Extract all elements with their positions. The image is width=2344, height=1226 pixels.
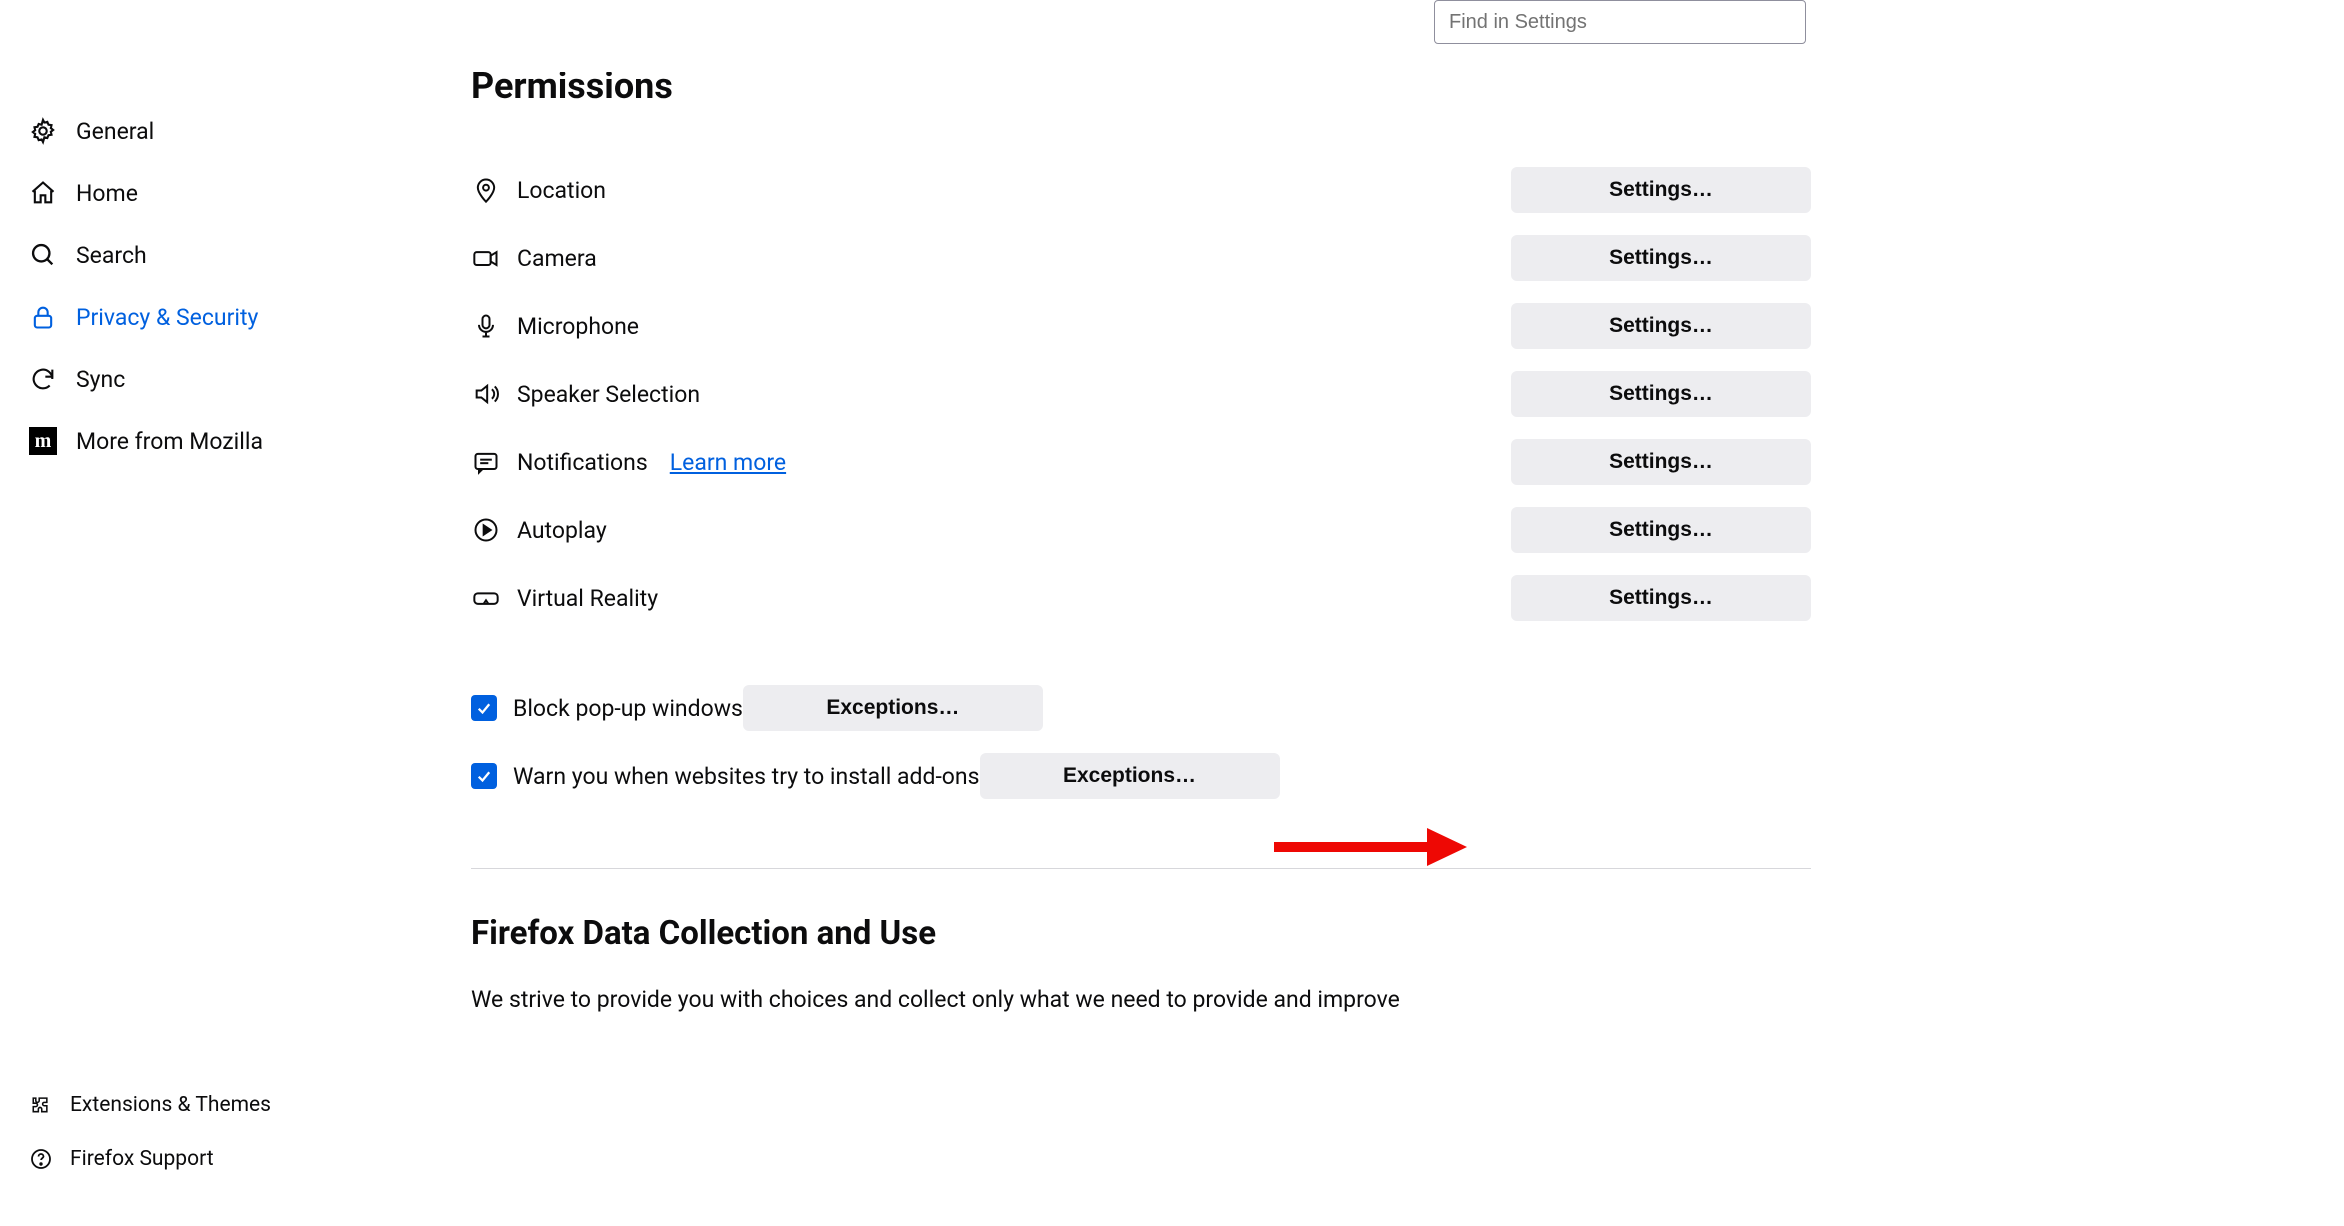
gear-icon: [28, 116, 58, 146]
permission-label: Microphone: [517, 313, 639, 340]
checkbox-label: Warn you when websites try to install ad…: [513, 763, 980, 790]
camera-icon: [471, 243, 501, 273]
autoplay-icon: [471, 515, 501, 545]
microphone-settings-button[interactable]: Settings…: [1511, 303, 1811, 349]
warn-addons-exceptions-button[interactable]: Exceptions…: [980, 753, 1280, 799]
autoplay-settings-button[interactable]: Settings…: [1511, 507, 1811, 553]
search-container: [1434, 0, 1806, 44]
sidebar-item-label: More from Mozilla: [76, 428, 263, 455]
microphone-icon: [471, 311, 501, 341]
block-popups-checkbox[interactable]: [471, 695, 497, 721]
permissions-heading: Permissions: [471, 72, 1811, 118]
permission-label: Camera: [517, 245, 597, 272]
lock-icon: [28, 302, 58, 332]
vr-icon: [471, 583, 501, 613]
permission-label: Location: [517, 177, 606, 204]
camera-settings-button[interactable]: Settings…: [1511, 235, 1811, 281]
help-icon: [28, 1146, 54, 1172]
sidebar-bottom-label: Extensions & Themes: [70, 1093, 271, 1117]
home-icon: [28, 178, 58, 208]
sidebar-item-privacy-security[interactable]: Privacy & Security: [24, 286, 424, 348]
permission-row-autoplay: Autoplay Settings…: [471, 496, 1811, 564]
sidebar-item-home[interactable]: Home: [24, 162, 424, 224]
notification-icon: [471, 447, 501, 477]
permission-label: Autoplay: [517, 517, 607, 544]
permission-label: Virtual Reality: [517, 585, 658, 612]
checkbox-block: Block pop-up windows Exceptions… Warn yo…: [471, 674, 1811, 810]
block-popups-exceptions-button[interactable]: Exceptions…: [743, 685, 1043, 731]
permission-row-notifications: Notifications Learn more Settings…: [471, 428, 1811, 496]
speaker-settings-button[interactable]: Settings…: [1511, 371, 1811, 417]
sidebar-item-label: Privacy & Security: [76, 304, 258, 331]
permission-label: Notifications: [517, 449, 648, 476]
location-icon: [471, 175, 501, 205]
checkbox-row-warn-addons: Warn you when websites try to install ad…: [471, 742, 1811, 810]
permission-row-microphone: Microphone Settings…: [471, 292, 1811, 360]
data-collection-body: We strive to provide you with choices an…: [471, 983, 1811, 1018]
permission-row-location: Location Settings…: [471, 156, 1811, 224]
permission-row-vr: Virtual Reality Settings…: [471, 564, 1811, 632]
sidebar-item-general[interactable]: General: [24, 100, 424, 162]
main-content: Permissions Location Settings… Camera Se…: [471, 80, 1811, 1018]
sidebar-item-more-from-mozilla[interactable]: m More from Mozilla: [24, 410, 424, 472]
notifications-settings-button[interactable]: Settings…: [1511, 439, 1811, 485]
search-icon: [28, 240, 58, 270]
sidebar-item-label: Home: [76, 180, 138, 207]
sync-icon: [28, 364, 58, 394]
sidebar-bottom-extensions[interactable]: Extensions & Themes: [24, 1078, 424, 1132]
permission-row-camera: Camera Settings…: [471, 224, 1811, 292]
sidebar-item-label: Search: [76, 242, 147, 269]
location-settings-button[interactable]: Settings…: [1511, 167, 1811, 213]
checkbox-row-block-popups: Block pop-up windows Exceptions…: [471, 674, 1811, 742]
sidebar-item-sync[interactable]: Sync: [24, 348, 424, 410]
sidebar-item-search[interactable]: Search: [24, 224, 424, 286]
speaker-icon: [471, 379, 501, 409]
vr-settings-button[interactable]: Settings…: [1511, 575, 1811, 621]
sidebar-bottom-support[interactable]: Firefox Support: [24, 1132, 424, 1186]
sidebar-item-label: Sync: [76, 366, 125, 393]
warn-addons-checkbox[interactable]: [471, 763, 497, 789]
notifications-learn-more-link[interactable]: Learn more: [670, 449, 786, 476]
sidebar: General Home Search Privacy & Security: [24, 100, 424, 472]
sidebar-item-label: General: [76, 118, 154, 145]
permission-row-speaker: Speaker Selection Settings…: [471, 360, 1811, 428]
section-divider: [471, 868, 1811, 869]
sidebar-bottom: Extensions & Themes Firefox Support: [24, 1078, 424, 1186]
search-input[interactable]: [1434, 0, 1806, 44]
permission-label: Speaker Selection: [517, 381, 700, 408]
mozilla-icon: m: [28, 426, 58, 456]
sidebar-bottom-label: Firefox Support: [70, 1147, 214, 1171]
data-collection-heading: Firefox Data Collection and Use: [471, 914, 1811, 953]
puzzle-icon: [28, 1092, 54, 1118]
checkbox-label: Block pop-up windows: [513, 695, 743, 722]
